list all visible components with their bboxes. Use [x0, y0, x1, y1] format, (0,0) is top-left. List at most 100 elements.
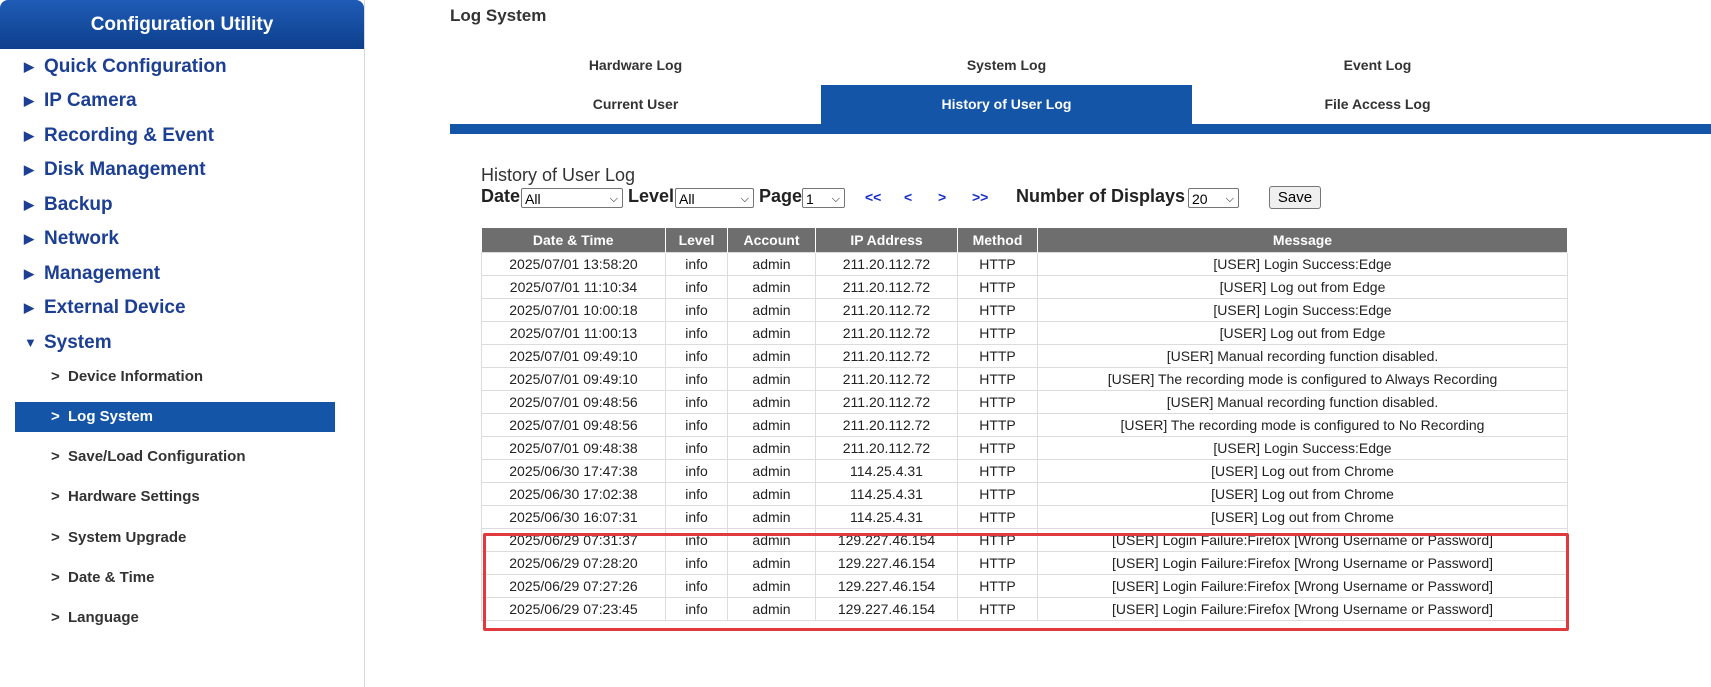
page-label: Page [759, 186, 803, 206]
sidebar-menu-label: Backup [44, 194, 113, 215]
sidebar-subitem[interactable]: > Hardware Settings [15, 482, 335, 512]
table-cell: HTTP [957, 275, 1038, 299]
table-cell: [USER] The recording mode is configured … [1037, 413, 1568, 437]
chevron-down-icon: ⌵ [1225, 193, 1234, 205]
tab-hardware-log[interactable]: Hardware Log [450, 46, 821, 85]
table-cell: admin [727, 436, 816, 460]
submenu-marker: > [51, 368, 60, 385]
level-select-value: All [679, 191, 695, 207]
sidebar-menu-item[interactable]: ▶ Network [0, 224, 340, 254]
sidebar-subitem[interactable]: > Device Information [15, 362, 335, 392]
table-row: 2025/07/01 13:58:20 info admin 211.20.112.7… [481, 252, 1568, 276]
table-cell: 2025/07/01 11:10:34 [481, 275, 666, 299]
table-row: 2025/07/01 09:49:10 info admin 211.20.112.7… [481, 367, 1568, 391]
sidebar-menu-label: Management [44, 263, 161, 284]
save-button[interactable]: Save [1269, 186, 1321, 209]
last-page-link[interactable]: >> [972, 189, 988, 205]
table-cell: 211.20.112.72 [815, 390, 958, 414]
column-header: Level [665, 228, 728, 253]
table-cell: [USER] Log out from Edge [1037, 321, 1568, 345]
sidebar-menu-item[interactable]: ▶ Disk Management [0, 155, 340, 185]
first-page-link[interactable]: << [865, 189, 881, 205]
table-cell: 114.25.4.31 [815, 459, 958, 483]
sidebar-subitem[interactable]: > Date & Time [15, 563, 335, 593]
table-cell: [USER] Login Success:Edge [1037, 252, 1568, 276]
triangle-right-icon: ▶ [24, 231, 34, 246]
sidebar-menu-item[interactable]: ▶ Quick Configuration [0, 52, 340, 82]
table-row: 2025/07/01 09:49:10 info admin 211.20.112.7… [481, 344, 1568, 368]
table-cell: HTTP [957, 505, 1038, 529]
sidebar-menu-item[interactable]: ▼ System [0, 328, 340, 358]
table-cell: admin [727, 413, 816, 437]
sidebar-subitem[interactable]: > Save/Load Configuration [15, 442, 335, 472]
prev-page-link[interactable]: < [904, 189, 912, 205]
sidebar-subitem[interactable]: > System Upgrade [15, 523, 335, 553]
table-cell: 2025/07/01 09:49:10 [481, 367, 666, 391]
sidebar-menu-item[interactable]: ▶ External Device [0, 293, 340, 323]
triangle-right-icon: ▶ [24, 128, 34, 143]
table-cell: [USER] Log out from Chrome [1037, 459, 1568, 483]
sidebar-subitem[interactable]: > Log System [15, 402, 335, 432]
table-cell: HTTP [957, 344, 1038, 368]
sidebar-title: Configuration Utility [0, 0, 364, 49]
table-cell: HTTP [957, 367, 1038, 391]
tab-file-access-log[interactable]: File Access Log [1192, 85, 1563, 124]
table-cell: info [665, 321, 728, 345]
table-cell: admin [727, 505, 816, 529]
chevron-down-icon: ⌵ [609, 193, 618, 205]
page-select[interactable]: 1 ⌵ [802, 188, 845, 208]
sidebar-subitem-label: Log System [68, 408, 154, 425]
table-cell: 2025/06/30 16:07:31 [481, 505, 666, 529]
table-cell: 211.20.112.72 [815, 275, 958, 299]
table-cell: info [665, 459, 728, 483]
submenu-marker: > [51, 408, 60, 425]
submenu-marker: > [51, 448, 60, 465]
sidebar: Configuration Utility ▶ Quick Configurati… [0, 0, 365, 687]
tab-event-log[interactable]: Event Log [1192, 46, 1563, 85]
table-cell: [USER] Manual recording function disable… [1037, 390, 1568, 414]
sidebar-subitem-label: Hardware Settings [68, 488, 200, 505]
table-cell: [USER] Log out from Chrome [1037, 482, 1568, 506]
submenu-marker: > [51, 488, 60, 505]
table-cell: 2025/06/30 17:47:38 [481, 459, 666, 483]
table-cell: [USER] Login Success:Edge [1037, 298, 1568, 322]
next-page-link[interactable]: > [938, 189, 946, 205]
sidebar-menu-item[interactable]: ▶ Backup [0, 190, 340, 220]
table-cell: [USER] Manual recording function disable… [1037, 344, 1568, 368]
tab-current-user[interactable]: Current User [450, 85, 821, 124]
chevron-down-icon: ⌵ [831, 193, 840, 205]
sidebar-menu-item[interactable]: ▶ IP Camera [0, 86, 340, 116]
sidebar-menu-item[interactable]: ▶ Recording & Event [0, 121, 340, 151]
column-header: IP Address [815, 228, 958, 253]
page-select-value: 1 [806, 191, 814, 207]
table-cell: info [665, 505, 728, 529]
tab-history-of-user-log[interactable]: History of User Log [821, 85, 1192, 124]
table-cell: info [665, 275, 728, 299]
level-label: Level [628, 186, 675, 206]
table-cell: 211.20.112.72 [815, 298, 958, 322]
date-select[interactable]: All ⌵ [521, 188, 623, 208]
sidebar-menu-label: Quick Configuration [44, 56, 227, 77]
sidebar-menu-label: IP Camera [44, 90, 137, 111]
table-cell: [USER] Log out from Chrome [1037, 505, 1568, 529]
table-cell: info [665, 298, 728, 322]
table-cell: admin [727, 459, 816, 483]
column-header: Account [727, 228, 816, 253]
table-cell: info [665, 367, 728, 391]
level-select[interactable]: All ⌵ [675, 188, 754, 208]
table-cell: 2025/07/01 09:48:38 [481, 436, 666, 460]
sidebar-subitem[interactable]: > Language [15, 603, 335, 633]
triangle-right-icon: ▶ [24, 197, 34, 212]
sidebar-subitem-label: System Upgrade [68, 529, 187, 546]
column-header: Method [957, 228, 1038, 253]
table-cell: 211.20.112.72 [815, 367, 958, 391]
sidebar-menu-label: External Device [44, 297, 186, 318]
displays-select[interactable]: 20 ⌵ [1188, 188, 1239, 208]
table-cell: 2025/07/01 13:58:20 [481, 252, 666, 276]
column-header: Message [1037, 228, 1568, 253]
sidebar-menu-item[interactable]: ▶ Management [0, 259, 340, 289]
date-select-value: All [525, 191, 541, 207]
tab-system-log[interactable]: System Log [821, 46, 1192, 85]
tab-bar-divider [450, 124, 1711, 134]
triangle-right-icon: ▶ [24, 59, 34, 74]
